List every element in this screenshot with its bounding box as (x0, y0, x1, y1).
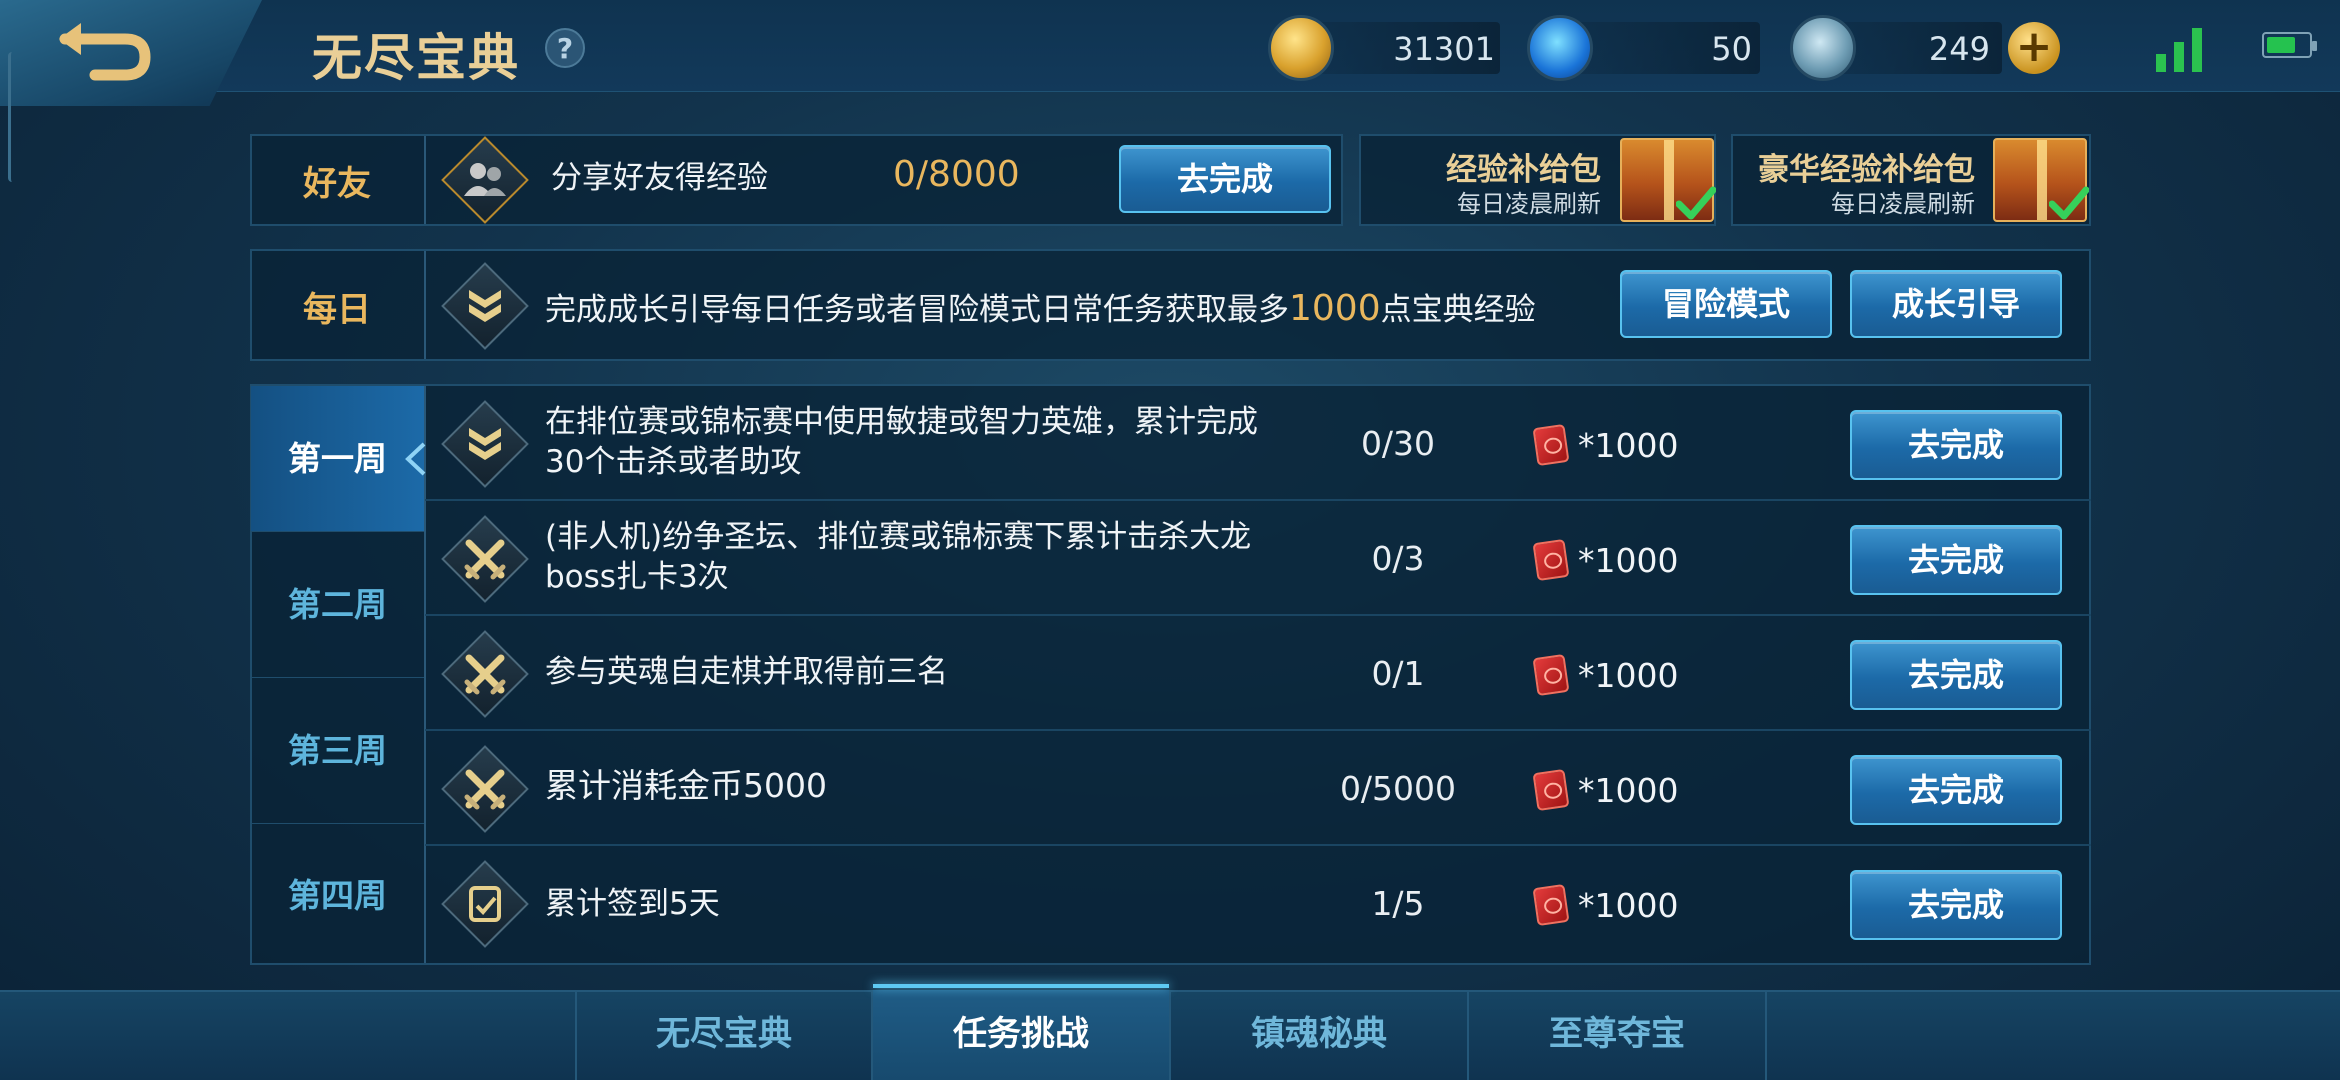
tab-week-3[interactable]: 第三周 (251, 678, 424, 824)
tab-week-1[interactable]: 第一周 (251, 386, 424, 532)
deluxe-pack-title: 豪华经验补给包 (1758, 152, 1975, 188)
check-icon (1676, 186, 1716, 220)
tab-soul-codex[interactable]: 镇魂秘典 (1171, 990, 1469, 1080)
task-reward: *1000 (1578, 771, 1679, 810)
task-progress: 0/5000 (1339, 769, 1457, 808)
task-text: 累计签到5天 (545, 886, 720, 922)
check-icon (2049, 186, 2089, 220)
reward-token-icon (1532, 538, 1570, 582)
coupon-icon (1790, 15, 1856, 81)
task-complete-button[interactable]: 去完成 (1850, 410, 2062, 480)
tab-week-2[interactable]: 第二周 (251, 532, 424, 678)
diamond-gem-icon (1527, 15, 1593, 81)
reward-token-icon (1532, 423, 1570, 467)
help-button[interactable]: ? (545, 28, 585, 68)
reward-token-icon (1532, 653, 1570, 697)
task-progress: 1/5 (1371, 884, 1425, 923)
chevron-left-icon (405, 442, 426, 476)
deluxe-pack-subtitle: 每日凌晨刷新 (1831, 190, 1975, 218)
growth-guide-button[interactable]: 成长引导 (1850, 270, 2062, 338)
battery-icon (2262, 32, 2317, 58)
reward-token-icon (1532, 883, 1570, 927)
task-progress: 0/1 (1371, 654, 1425, 693)
signal-icon (2156, 28, 2202, 72)
friend-label: 好友 (303, 164, 371, 204)
daily-text-part: 完成成长引导每日任务或者冒险模式日常任务获取最多 (545, 292, 1289, 328)
tab-week-4[interactable]: 第四周 (251, 823, 424, 969)
scroll-rail (8, 52, 16, 182)
task-reward: *1000 (1578, 656, 1679, 695)
friend-complete-button[interactable]: 去完成 (1119, 145, 1331, 213)
daily-exp-amount: 1000 (1289, 288, 1381, 329)
task-complete-button[interactable]: 去完成 (1850, 525, 2062, 595)
friends-icon (441, 136, 529, 224)
reward-token-icon (1532, 768, 1570, 812)
task-text: 在排位赛或锦标赛中使用敏捷或智力英雄，累计完成30个击杀或者助攻 (545, 404, 1258, 480)
task-progress: 0/3 (1371, 539, 1425, 578)
add-currency-button[interactable]: + (2008, 22, 2060, 74)
crossed-swords-icon (441, 630, 529, 718)
task-complete-button[interactable]: 去完成 (1850, 640, 2062, 710)
tab-endless-codex[interactable]: 无尽宝典 (575, 990, 873, 1080)
task-reward: *1000 (1578, 426, 1679, 465)
exp-pack-title: 经验补给包 (1446, 152, 1601, 188)
daily-text-part: 点宝典经验 (1380, 292, 1536, 328)
friend-task-text: 分享好友得经验 (551, 160, 768, 196)
rank-badge-icon (441, 400, 529, 488)
task-complete-button[interactable]: 去完成 (1850, 755, 2062, 825)
exp-pack-subtitle: 每日凌晨刷新 (1457, 190, 1601, 218)
page-title: 无尽宝典 (312, 29, 520, 87)
back-arrow-icon (59, 23, 151, 81)
friend-progress: 0/8000 (893, 154, 1020, 195)
task-reward: *1000 (1578, 886, 1679, 925)
task-complete-button[interactable]: 去完成 (1850, 870, 2062, 940)
rank-badge-icon (441, 262, 529, 350)
daily-task-text: 完成成长引导每日任务或者冒险模式日常任务获取最多1000点宝典经验 (545, 284, 1536, 329)
tab-supreme-treasure[interactable]: 至尊夺宝 (1469, 990, 1767, 1080)
gem-value: 50 (1711, 30, 1752, 68)
gold-coin-icon (1268, 15, 1334, 81)
divider (424, 136, 426, 224)
task-progress: 0/30 (1360, 424, 1436, 463)
sign-in-card-icon (441, 860, 529, 948)
task-text: (非人机)纷争圣坛、排位赛或锦标赛下累计击杀大龙boss扎卡3次 (545, 519, 1252, 595)
task-reward: *1000 (1578, 541, 1679, 580)
crossed-swords-icon (441, 515, 529, 603)
task-text: 累计消耗金币5000 (545, 766, 827, 805)
tab-task-challenge[interactable]: 任务挑战 (873, 984, 1171, 1080)
task-text: 参与英魂自走棋并取得前三名 (545, 654, 948, 690)
coupon-value: 249 (1928, 30, 1990, 68)
crossed-swords-icon (441, 745, 529, 833)
daily-label: 每日 (303, 290, 371, 330)
divider (424, 251, 426, 359)
gold-value: 31301 (1393, 30, 1495, 68)
adventure-mode-button[interactable]: 冒险模式 (1620, 270, 1832, 338)
